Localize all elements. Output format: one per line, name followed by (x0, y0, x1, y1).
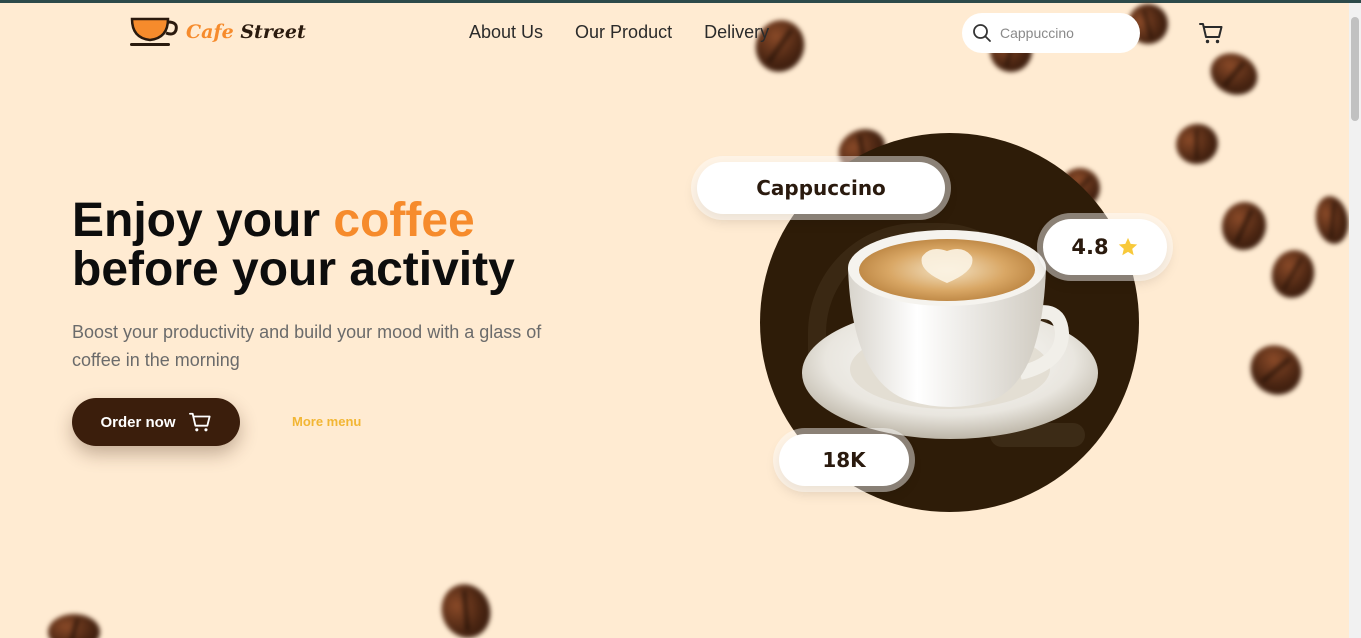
search-input[interactable] (1000, 25, 1130, 41)
nav-item-delivery[interactable]: Delivery (704, 22, 769, 43)
hero-subtitle: Boost your productivity and build your m… (72, 322, 542, 370)
product-name-badge: Cappuccino (697, 162, 945, 214)
nav-item-about-us[interactable]: About Us (469, 22, 543, 43)
coffee-bean (1266, 245, 1320, 303)
coffee-bean (1218, 198, 1270, 254)
brand-name-part1: Cafe (186, 21, 234, 43)
order-now-button[interactable]: Order now (72, 398, 240, 446)
scrollbar[interactable] (1349, 3, 1361, 638)
hero-title-accent: coffee (333, 194, 475, 247)
brand-name: Cafe Street (186, 21, 306, 43)
logo-cup-icon (130, 17, 178, 46)
rating-badge: 4.8 (1043, 219, 1167, 275)
top-rule (0, 0, 1361, 3)
coffee-bean (1240, 335, 1312, 405)
search-icon (973, 24, 991, 42)
hero-title-part1: Enjoy your (72, 194, 334, 247)
brand-logo[interactable]: Cafe Street (130, 16, 306, 48)
brand-name-part2: Street (240, 21, 306, 43)
coffee-bean (1312, 193, 1352, 247)
cart-icon (188, 412, 211, 432)
hero-title-part2: before your activity (72, 243, 515, 296)
sales-count-badge: 18K (779, 434, 909, 486)
coffee-bean (1203, 45, 1265, 103)
star-icon (1118, 237, 1137, 256)
cart-icon[interactable] (1198, 21, 1224, 45)
more-menu-link[interactable]: More menu (292, 414, 361, 429)
order-now-label: Order now (100, 413, 176, 431)
search-box[interactable] (962, 13, 1140, 53)
coffee-bean (1171, 119, 1223, 169)
coffee-bean (434, 577, 498, 638)
rating-value: 4.8 (1071, 235, 1109, 259)
coffee-bean (48, 614, 100, 638)
scrollbar-thumb[interactable] (1351, 17, 1359, 121)
main-nav: About Us Our Product Delivery (469, 22, 769, 43)
hero-title: Enjoy your coffee before your activity (72, 196, 515, 294)
nav-item-our-product[interactable]: Our Product (575, 22, 672, 43)
